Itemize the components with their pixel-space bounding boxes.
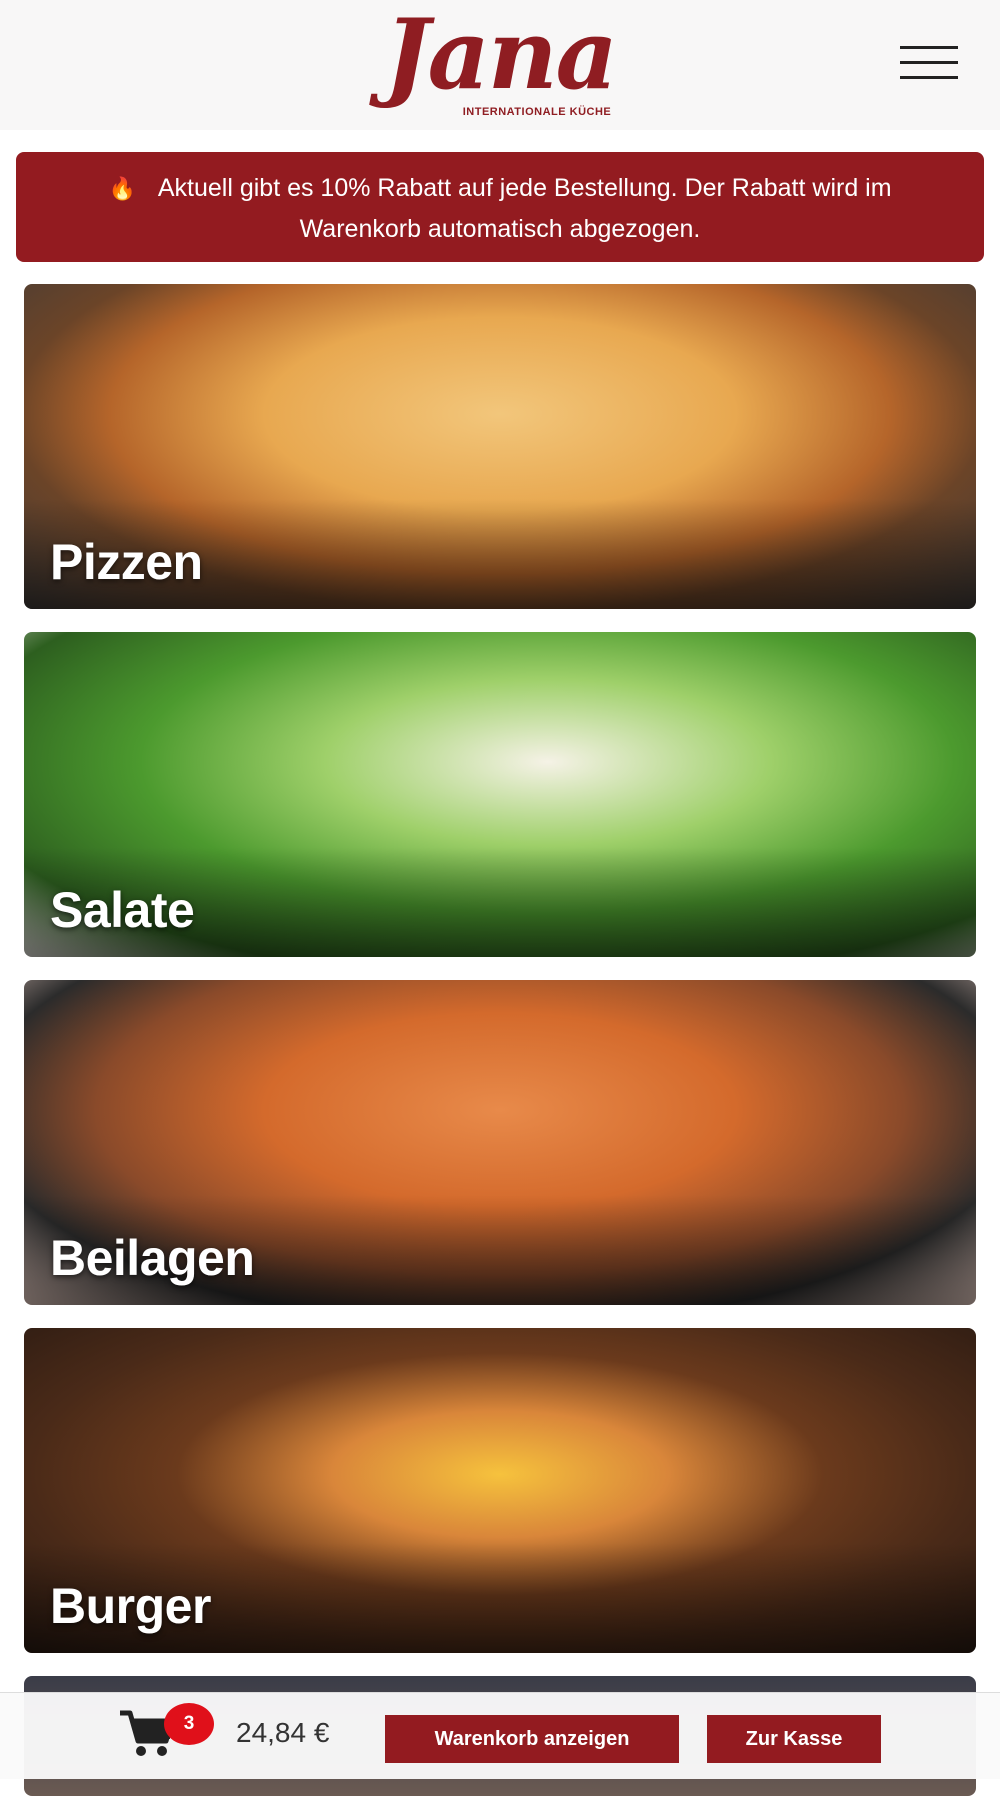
view-cart-button[interactable]: Warenkorb anzeigen <box>385 1715 679 1763</box>
category-card-salate[interactable]: Salate <box>24 632 976 957</box>
promo-text: Aktuell gibt es 10% Rabatt auf jede Best… <box>157 174 892 243</box>
category-label: Burger <box>50 1578 211 1634</box>
cart-count-badge: 3 <box>164 1703 214 1745</box>
fire-icon: 🔥 <box>108 176 136 201</box>
site-header: Jana INTERNATIONALE KÜCHE <box>0 0 1000 130</box>
category-card-beilagen[interactable]: Beilagen <box>24 980 976 1305</box>
promo-banner: 🔥 Aktuell gibt es 10% Rabatt auf jede Bes… <box>16 152 984 262</box>
category-card-burger[interactable]: Burger <box>24 1328 976 1653</box>
category-label: Beilagen <box>50 1230 255 1286</box>
logo-subtitle: INTERNATIONALE KÜCHE <box>462 106 612 118</box>
logo-text: Jana <box>384 0 618 111</box>
logo[interactable]: Jana INTERNATIONALE KÜCHE <box>360 0 640 124</box>
category-label: Pizzen <box>50 534 203 590</box>
checkout-button[interactable]: Zur Kasse <box>707 1715 881 1763</box>
cart-bar: 3 24,84 € Warenkorb anzeigen Zur Kasse <box>0 1692 1000 1779</box>
category-card-pizzen[interactable]: Pizzen <box>24 284 976 609</box>
hamburger-menu-icon[interactable] <box>900 44 960 84</box>
category-label: Salate <box>50 882 195 938</box>
cart-total: 24,84 € <box>236 1717 330 1748</box>
